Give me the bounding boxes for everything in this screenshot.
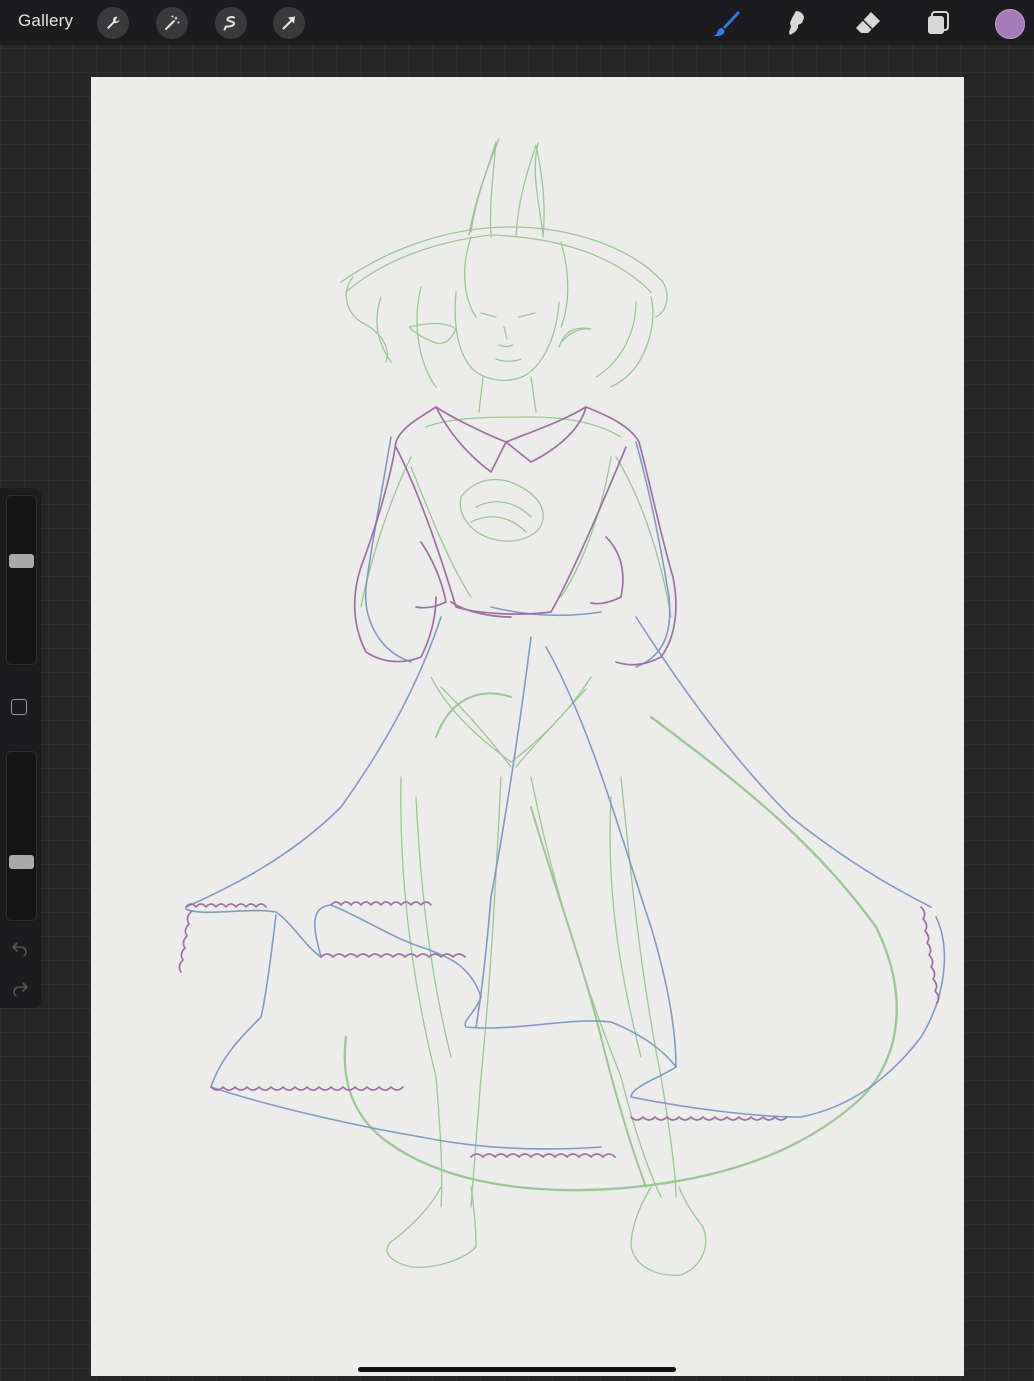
drawing-canvas[interactable] [91,77,964,1376]
undo-icon [11,942,27,956]
brush-tool-button[interactable] [709,6,743,40]
top-toolbar: Gallery [0,0,1034,45]
modify-button[interactable] [11,699,27,715]
magic-wand-icon [165,15,180,30]
selection-icon [223,16,236,31]
home-indicator [358,1367,676,1372]
brush-icon [713,11,740,37]
smudge-tool-button[interactable] [780,6,814,40]
redo-button[interactable] [10,978,30,998]
transform-button[interactable] [273,7,305,39]
redo-icon [13,982,29,996]
color-picker-button[interactable] [995,9,1025,39]
eraser-tool-button[interactable] [851,6,885,40]
smudge-icon [789,11,804,35]
eraser-icon [856,12,880,33]
brush-size-thumb[interactable] [9,554,34,569]
layers-button[interactable] [921,6,955,40]
wrench-icon [107,16,120,29]
brush-size-slider[interactable] [6,495,37,665]
actions-button[interactable] [97,7,129,39]
gallery-button[interactable]: Gallery [18,11,73,31]
opacity-slider[interactable] [6,751,37,921]
layers-icon [928,11,949,34]
selection-button[interactable] [215,7,247,39]
opacity-thumb[interactable] [9,855,34,870]
adjustments-button[interactable] [156,7,188,39]
sketch-artwork [178,138,946,1276]
left-sidebar [0,488,41,1008]
transform-arrow-icon [282,16,295,30]
undo-button[interactable] [10,938,30,958]
